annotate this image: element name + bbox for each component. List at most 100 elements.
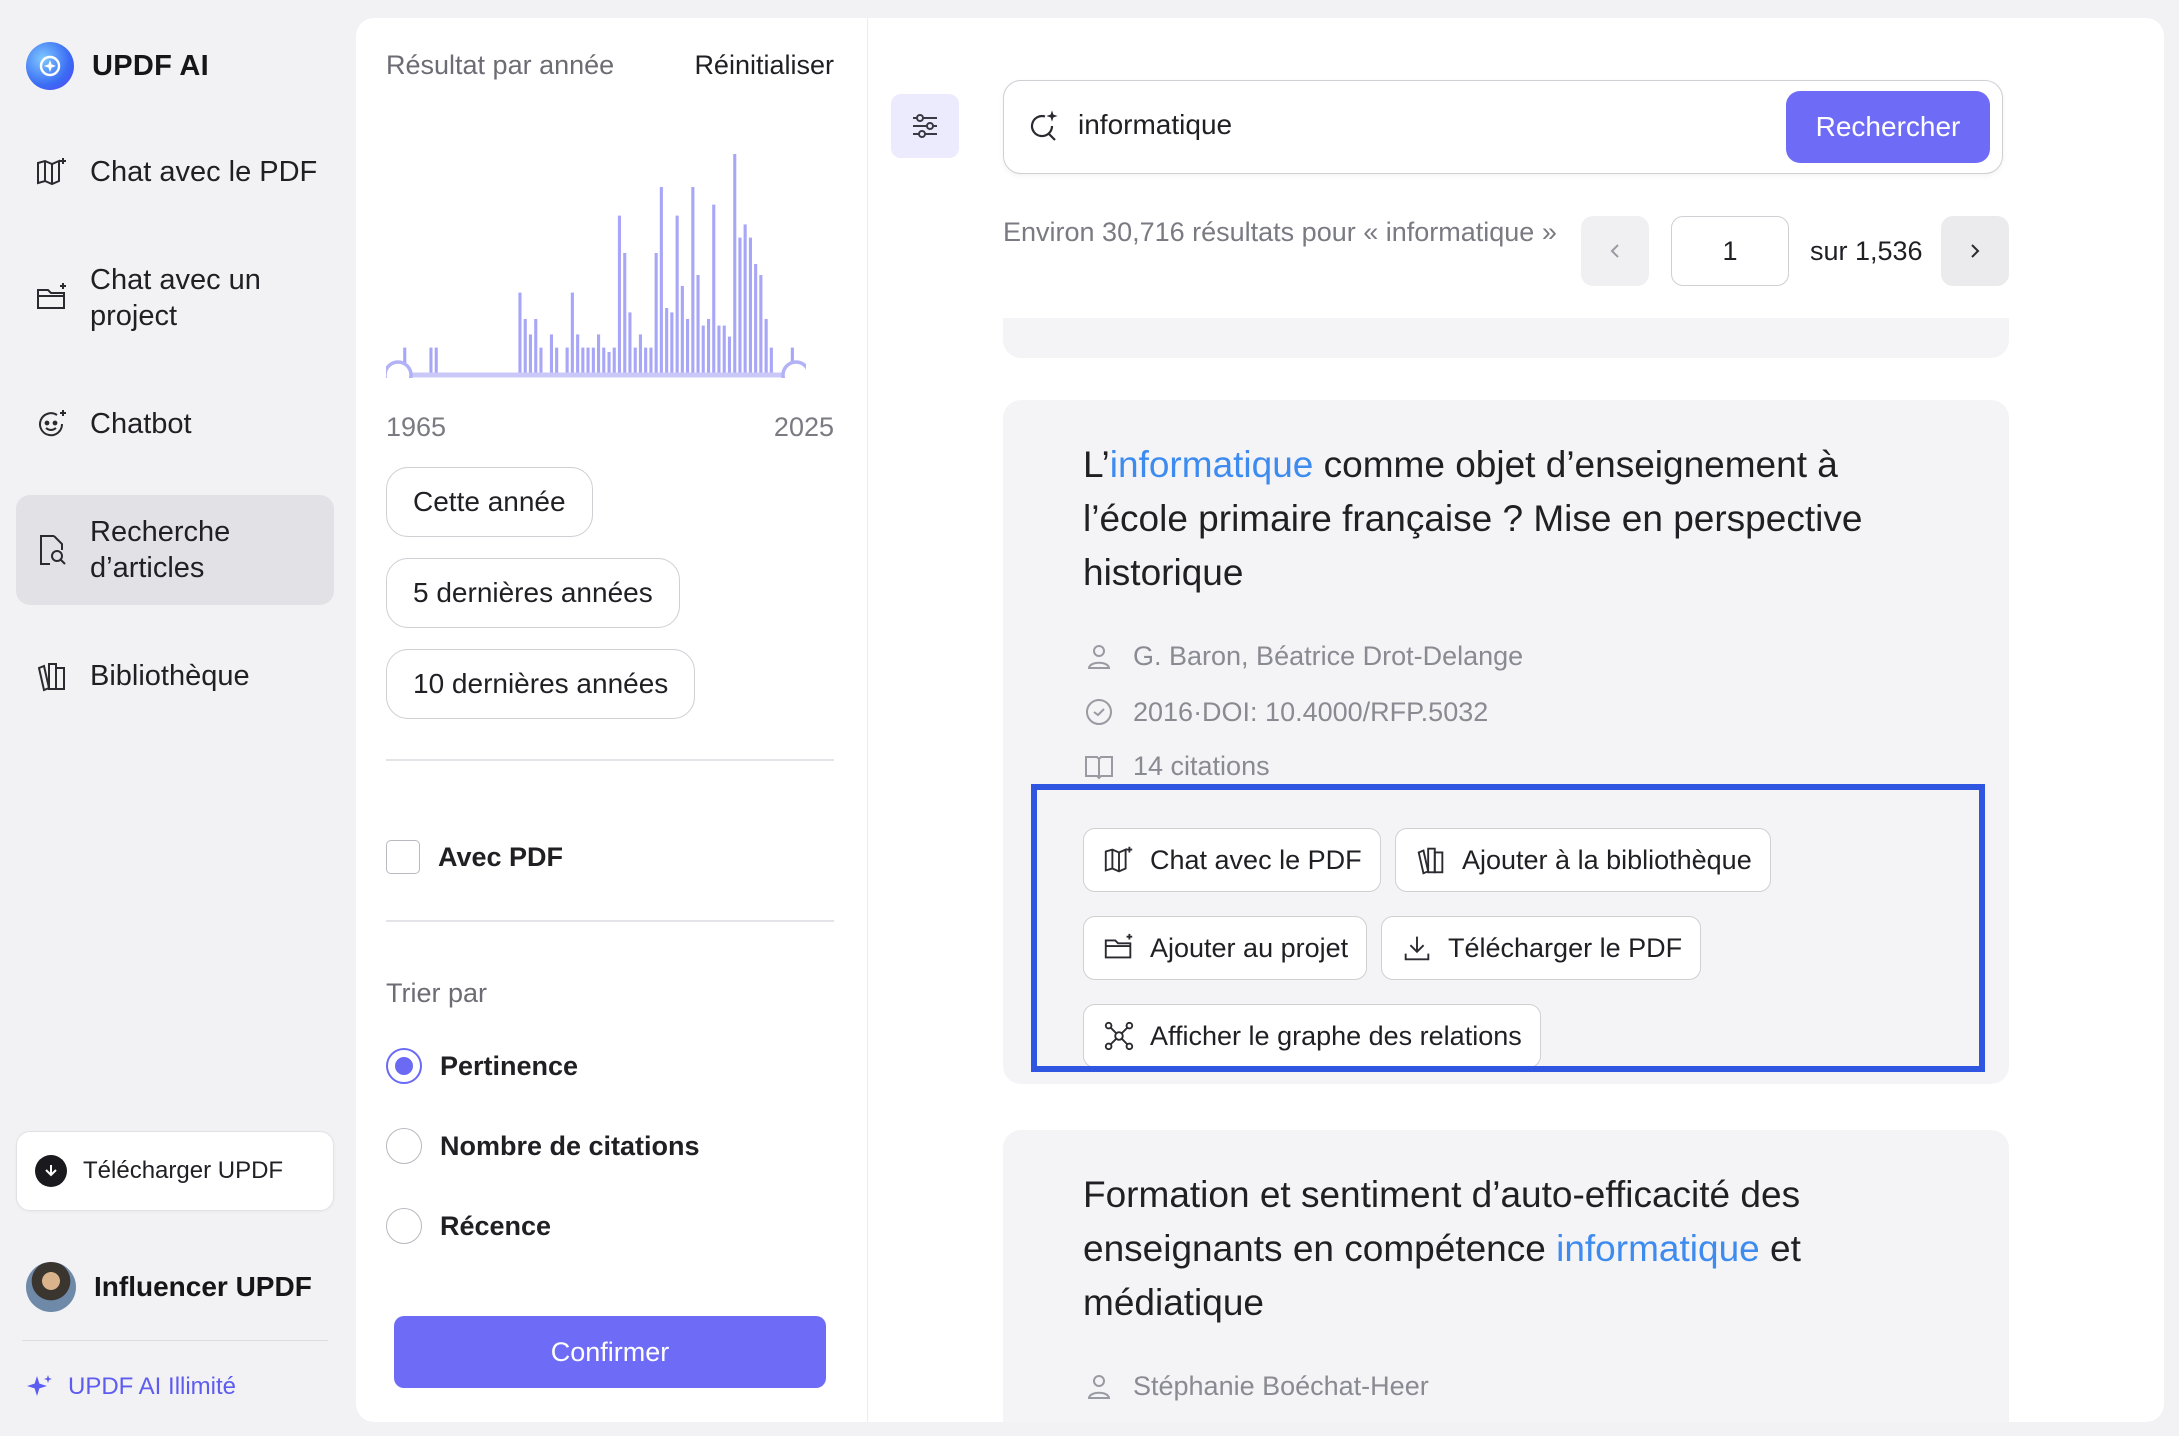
result-citations: 14 citations [1083,750,1270,782]
sidebar-item-chatbot[interactable]: Chatbot [16,400,334,448]
filter-toggle-button[interactable] [891,94,959,158]
clock-icon [1083,696,1115,728]
radio[interactable] [386,1208,422,1244]
chatbot-icon [34,406,70,442]
sort-title: Trier par [386,978,487,1009]
histogram-bar [728,337,731,374]
histogram-bar [655,253,658,374]
book-icon [1083,750,1115,782]
histogram-bar [649,348,652,374]
histogram-bar [529,334,532,374]
histogram-bar [623,253,626,374]
folder-plus-icon [34,280,70,316]
result-doi: 2016·DOI: 10.4000/RFP.5032 [1083,696,1488,728]
histogram-bar [717,326,720,374]
histogram-bar [738,238,741,374]
range-handle-start [386,362,411,378]
histogram-bar [524,319,527,374]
histogram-bar [592,348,595,374]
plan-link[interactable]: UPDF AI Illimité [24,1372,236,1402]
sort-option-citations[interactable]: Nombre de citations [386,1128,700,1164]
highlighted-term: informatique [1110,444,1314,485]
histogram-bar [686,319,689,374]
histogram-bar [618,216,621,374]
sidebar-item-chat-project[interactable]: Chat avec un project [16,258,334,338]
search-input[interactable]: informatique [1078,109,1232,141]
user-icon [1083,1370,1115,1402]
divider [22,1340,328,1341]
year-range-labels: 1965 2025 [386,412,834,443]
search-button[interactable]: Rechercher [1786,91,1990,163]
histogram-bar [665,308,668,374]
user-profile[interactable]: Influencer UPDF [26,1262,312,1312]
sidebar-item-article-search[interactable]: Recherche d’articles [16,495,334,605]
next-page-button[interactable] [1941,216,2009,286]
histogram-bar [518,293,521,374]
histogram-bar [702,326,705,374]
histogram-bar [707,319,710,374]
prev-page-button[interactable] [1581,216,1649,286]
histogram-bar [691,187,694,374]
chip-this-year[interactable]: Cette année [386,467,593,537]
range-handle-end [783,362,806,378]
histogram-bar [602,348,605,374]
sort-option-relevance[interactable]: Pertinence [386,1048,578,1084]
radio[interactable] [386,1128,422,1164]
download-icon [35,1155,67,1187]
brand-name: UPDF AI [92,50,209,83]
filter-header: Résultat par année Réinitialiser [386,50,834,81]
chevron-right-icon [1964,240,1986,262]
histogram-bar [539,348,542,374]
histogram-bar [733,154,736,374]
reset-button[interactable]: Réinitialiser [694,50,834,81]
histogram-bar [435,348,438,374]
user-icon [1083,640,1115,672]
histogram-bar [759,275,762,374]
sidebar-item-library[interactable]: Bibliothèque [16,652,334,700]
histogram-bar [676,216,679,374]
brand[interactable]: UPDF AI [26,42,209,90]
search-document-icon [34,532,70,568]
sidebar: UPDF AI Chat avec le PDF Chat avec un pr… [0,0,350,1436]
page-number-input[interactable]: 1 [1671,216,1789,286]
histogram-bar [770,348,773,374]
year-filter-title: Résultat par année [386,50,614,81]
histogram-bar [749,238,752,374]
chip-last-10-years[interactable]: 10 dernières années [386,649,695,719]
results-area: informatique Rechercher Environ 30,716 r… [868,18,2164,1422]
download-updf-button[interactable]: Télécharger UPDF [16,1131,334,1211]
result-title[interactable]: L’informatique comme objet d’enseignemen… [1083,438,1953,600]
histogram-bar [765,319,768,374]
year-histogram[interactable] [386,118,806,378]
result-card[interactable]: Formation et sentiment d’auto-efficacité… [1003,1130,2009,1422]
histogram-bar [550,334,553,374]
chevron-left-icon [1604,240,1626,262]
result-authors: Stéphanie Boéchat-Heer [1083,1370,1429,1402]
histogram-bar [534,319,537,374]
confirm-button[interactable]: Confirmer [394,1316,826,1388]
radio-selected[interactable] [386,1048,422,1084]
page-total: sur 1,536 [1810,236,1923,267]
search-bar[interactable]: informatique Rechercher [1003,80,2003,174]
sidebar-item-chat-pdf[interactable]: Chat avec le PDF [16,148,334,196]
chip-last-5-years[interactable]: 5 dernières années [386,558,680,628]
result-authors: G. Baron, Béatrice Drot-Delange [1083,640,1523,672]
histogram-bar [587,348,590,374]
with-pdf-filter[interactable]: Avec PDF [386,840,563,874]
library-icon [34,658,70,694]
histogram-bar [576,334,579,374]
sliders-icon [908,109,942,143]
filter-panel: Résultat par année Réinitialiser 1965 20… [356,18,868,1422]
result-title[interactable]: Formation et sentiment d’auto-efficacité… [1083,1168,1953,1330]
histogram-bar [723,326,726,374]
divider [386,920,834,922]
updf-logo-icon [26,42,74,90]
histogram-bar [634,348,637,374]
with-pdf-checkbox[interactable] [386,840,420,874]
histogram-bar [429,348,432,374]
annotation-highlight-box [1031,784,1985,1072]
histogram-bar [613,348,616,374]
sort-option-recency[interactable]: Récence [386,1208,551,1244]
histogram-bar [681,286,684,374]
histogram-bar [597,334,600,374]
